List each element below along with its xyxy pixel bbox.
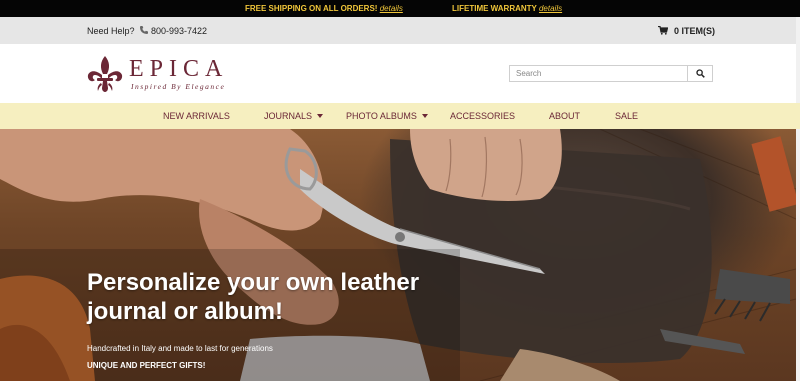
cart-item-count[interactable]: 0 ITEM(S) xyxy=(674,26,715,36)
hero-banner[interactable]: Personalize your own leather journal or … xyxy=(0,129,796,381)
cart-icon[interactable] xyxy=(658,26,668,35)
nav-item-label: SALE xyxy=(615,111,639,121)
promo-bar: FREE SHIPPING ON ALL ORDERS! details LIF… xyxy=(0,0,800,17)
fleur-de-lis-icon xyxy=(87,56,123,92)
phone-number[interactable]: 800-993-7422 xyxy=(151,26,207,36)
nav-item-label: PHOTO ALBUMS xyxy=(346,111,417,121)
main-navigation: NEW ARRIVALS JOURNALS PHOTO ALBUMS ACCES… xyxy=(0,103,800,129)
hero-tagline: UNIQUE AND PERFECT GIFTS! xyxy=(87,361,206,370)
phone-icon xyxy=(140,26,148,34)
search-button[interactable] xyxy=(687,66,712,81)
help-bar: Need Help? 800-993-7422 0 ITEM(S) xyxy=(0,17,800,44)
caret-down-icon xyxy=(317,114,324,118)
hero-headline: Personalize your own leather journal or … xyxy=(87,269,420,325)
nav-item-label: JOURNALS xyxy=(264,111,313,121)
free-shipping-message: FREE SHIPPING ON ALL ORDERS! details xyxy=(245,4,403,13)
nav-item-label: ACCESSORIES xyxy=(450,111,516,121)
nav-item-photo-albums[interactable]: PHOTO ALBUMS xyxy=(346,111,428,121)
page-scrollbar[interactable] xyxy=(796,17,800,381)
warranty-details-link[interactable]: details xyxy=(539,4,562,13)
search-box xyxy=(509,65,713,82)
caret-down-icon xyxy=(421,114,428,118)
nav-item-label: NEW ARRIVALS xyxy=(163,111,230,121)
nav-item-journals[interactable]: JOURNALS xyxy=(264,111,324,121)
free-shipping-details-link[interactable]: details xyxy=(380,4,403,13)
warranty-text: LIFETIME WARRANTY xyxy=(452,4,537,13)
logo-tagline: Inspired By Elegance xyxy=(131,82,226,91)
nav-item-accessories[interactable]: ACCESSORIES xyxy=(450,111,515,121)
free-shipping-text: FREE SHIPPING ON ALL ORDERS! xyxy=(245,4,378,13)
nav-item-about[interactable]: ABOUT xyxy=(549,111,580,121)
hero-subtext: Handcrafted in Italy and made to last fo… xyxy=(87,344,273,353)
nav-item-sale[interactable]: SALE xyxy=(615,111,638,121)
search-input[interactable] xyxy=(510,66,686,81)
site-logo[interactable]: EPICA Inspired By Elegance xyxy=(87,55,247,93)
nav-item-new-arrivals[interactable]: NEW ARRIVALS xyxy=(163,111,230,121)
nav-item-label: ABOUT xyxy=(549,111,581,121)
warranty-message: LIFETIME WARRANTY details xyxy=(452,4,562,13)
need-help-label: Need Help? xyxy=(87,26,135,36)
search-icon xyxy=(696,69,705,78)
logo-wordmark: EPICA xyxy=(129,56,229,82)
